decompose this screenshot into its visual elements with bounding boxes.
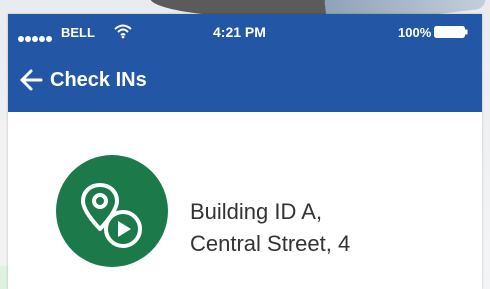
navigation-bar: Check INs (8, 54, 482, 106)
battery-icon (434, 26, 468, 38)
wifi-icon (114, 24, 132, 39)
location-pin-play-icon (81, 183, 142, 248)
signal-strength-icon (18, 29, 53, 47)
checkin-item[interactable]: Building ID A, Central Street, 4 (8, 112, 482, 289)
checkin-list: Building ID A, Central Street, 4 (8, 112, 482, 289)
app-header: BELL 4:21 PM 100% Check INs (8, 14, 482, 112)
status-bar: BELL 4:21 PM 100% (8, 14, 482, 50)
status-time: 4:21 PM (213, 24, 266, 40)
battery-percentage: 100% (398, 25, 432, 40)
back-button[interactable]: Check INs (18, 64, 147, 96)
address-line-1: Building ID A, (190, 199, 323, 224)
carrier-name: BELL (61, 25, 95, 40)
checkin-address: Building ID A, Central Street, 4 (190, 196, 350, 260)
arrow-left-icon (20, 69, 43, 91)
address-line-2: Central Street, 4 (190, 231, 351, 256)
checkin-badge (56, 155, 168, 267)
phone-screen: BELL 4:21 PM 100% Check INs Building ID … (8, 14, 482, 289)
page-title: Check INs (50, 68, 147, 91)
